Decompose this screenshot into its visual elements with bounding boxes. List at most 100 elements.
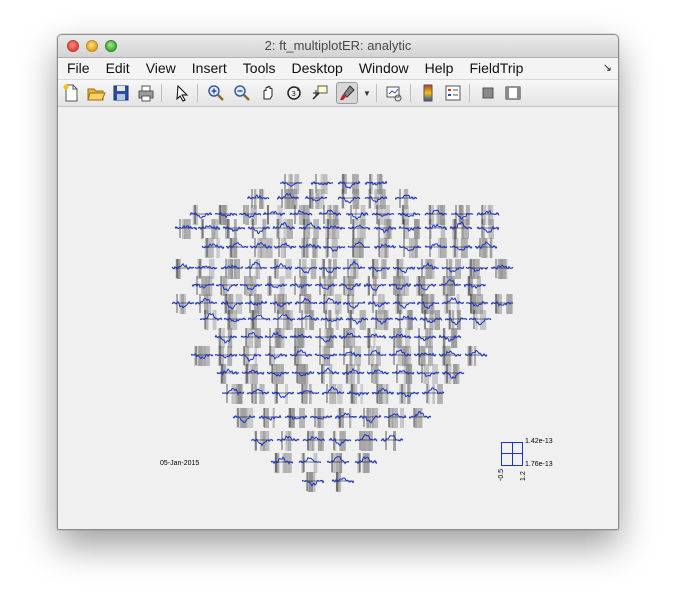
channel-plot	[366, 364, 390, 384]
significance-band	[325, 238, 328, 258]
significance-band	[324, 328, 329, 348]
pointer-icon[interactable]	[172, 83, 192, 103]
menu-file[interactable]: File	[58, 58, 97, 79]
significance-band	[357, 219, 360, 239]
significance-band	[349, 346, 353, 366]
print-icon[interactable]	[136, 83, 156, 103]
significance-band	[407, 384, 410, 404]
data-cursor-icon[interactable]	[310, 83, 330, 103]
significance-band	[394, 328, 398, 348]
significance-band	[284, 189, 291, 209]
channel-plot	[296, 384, 320, 404]
significance-band	[245, 346, 250, 366]
channel-plot	[388, 276, 412, 296]
channel-plot	[240, 328, 263, 348]
channel-plot	[223, 310, 247, 330]
channel-plot	[326, 453, 350, 473]
channel-plot	[424, 238, 448, 258]
channel-plot	[190, 346, 214, 366]
pan-icon[interactable]	[258, 83, 278, 103]
significance-band	[354, 205, 358, 225]
channel-trace	[296, 390, 320, 396]
channel-plot	[314, 346, 338, 366]
significance-band	[414, 219, 420, 239]
toolbar-separator	[161, 84, 162, 102]
toolbar-separator	[197, 84, 198, 102]
zoom-out-icon[interactable]	[232, 83, 252, 103]
open-file-icon[interactable]	[86, 83, 106, 103]
save-icon[interactable]	[111, 83, 131, 103]
menu-help[interactable]: Help	[416, 58, 461, 79]
significance-band	[408, 238, 411, 258]
channel-plot	[388, 346, 412, 366]
channel-trace	[238, 211, 262, 219]
channel-plot	[363, 346, 387, 366]
significance-band	[452, 364, 458, 384]
channel-plot	[302, 431, 326, 451]
significance-band	[323, 276, 326, 296]
channel-plot	[474, 238, 498, 258]
zoom-in-icon[interactable]	[206, 83, 226, 103]
channel-plot	[490, 259, 514, 279]
significance-band	[324, 346, 331, 366]
new-figure-icon[interactable]	[61, 83, 81, 103]
significance-band	[336, 453, 343, 473]
significance-band	[429, 310, 434, 330]
channel-plot	[438, 328, 462, 348]
channel-plot	[396, 384, 420, 404]
channel-plot	[232, 408, 256, 428]
significance-band	[313, 219, 319, 239]
significance-band	[233, 219, 237, 239]
significance-band	[283, 310, 290, 330]
channel-trace	[438, 334, 462, 342]
significance-band	[233, 238, 238, 258]
channel-plot	[284, 408, 308, 428]
channel-plot	[345, 310, 369, 330]
channel-plot	[270, 453, 294, 473]
hide-plot-tools-icon[interactable]	[478, 83, 498, 103]
window-title: 2: ft_multiplotER: analytic	[264, 38, 412, 53]
brush-icon[interactable]	[336, 82, 358, 104]
show-plot-tools-icon[interactable]	[503, 83, 523, 103]
plot-canvas[interactable]: 05-Jan-2015 1.42e-13 1.76e-13 -0.5 1.2	[58, 107, 618, 529]
link-plot-icon[interactable]	[384, 83, 404, 103]
channel-plot	[238, 346, 262, 366]
menu-view[interactable]: View	[137, 58, 183, 79]
channel-plot	[413, 346, 437, 366]
significance-band	[181, 294, 184, 314]
significance-band	[488, 219, 494, 239]
significance-band	[473, 346, 477, 366]
significance-band	[274, 453, 279, 473]
significance-band	[305, 310, 308, 330]
channel-plot	[249, 238, 273, 258]
title-bar[interactable]: 2: ft_multiplotER: analytic	[58, 35, 618, 58]
significance-band	[283, 238, 287, 258]
significance-band	[230, 259, 234, 279]
significance-band	[413, 408, 419, 428]
menu-tools[interactable]: Tools	[234, 58, 283, 79]
rotate-icon[interactable]: 3	[284, 83, 304, 103]
colorbar-icon[interactable]	[418, 83, 438, 103]
menu-desktop[interactable]: Desktop	[282, 58, 349, 79]
dock-arrow-icon[interactable]: ↘	[603, 61, 612, 74]
svg-text:3: 3	[292, 90, 296, 98]
menu-fieldtrip[interactable]: FieldTrip	[460, 58, 530, 79]
channel-plot	[322, 219, 346, 239]
menu-insert[interactable]: Insert	[183, 58, 234, 79]
channel-trace	[331, 477, 355, 484]
menu-window[interactable]: Window	[350, 58, 416, 79]
channel-plot	[383, 408, 407, 428]
significance-band	[363, 431, 370, 451]
channel-trace	[171, 262, 195, 271]
significance-band	[329, 364, 333, 384]
channel-plot	[391, 364, 415, 384]
channel-plot	[289, 328, 312, 348]
significance-band	[208, 238, 214, 258]
menu-edit[interactable]: Edit	[97, 58, 137, 79]
legend-icon[interactable]	[443, 83, 463, 103]
channel-plot	[171, 294, 195, 314]
brush-dropdown-icon[interactable]: ▼	[363, 89, 371, 98]
channel-plot	[250, 431, 274, 451]
significance-band	[375, 276, 378, 296]
channel-plot	[271, 384, 295, 404]
